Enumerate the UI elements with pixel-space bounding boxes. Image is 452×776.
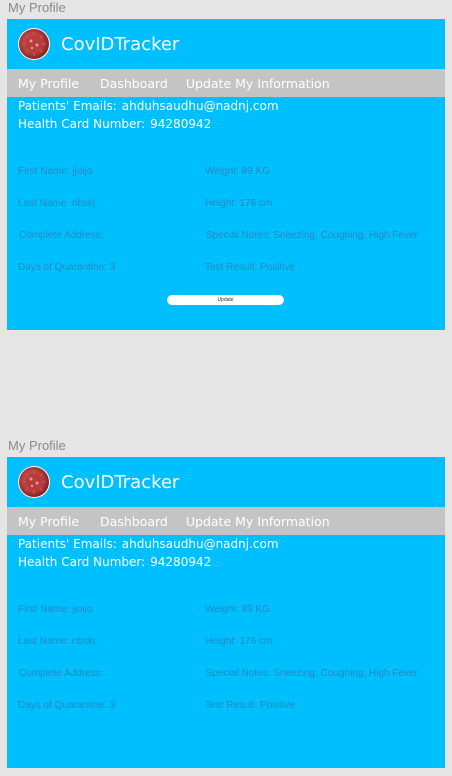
- app-title: CovIDTracker: [61, 471, 180, 493]
- nav-dashboard[interactable]: Dashboard: [100, 76, 168, 91]
- nav-bar: My Profile Dashboard Update My Informati…: [7, 507, 445, 535]
- health-card-value: 94280942: [150, 555, 212, 569]
- health-card-label: Health Card Number:: [18, 117, 146, 131]
- test-result: Test Result: Positive: [205, 700, 296, 711]
- last-name: Last Name: nbskj: [18, 198, 96, 209]
- days-of-quarantine: Days of Quarantine: 3: [18, 262, 116, 273]
- health-card-label: Health Card Number:: [18, 555, 146, 569]
- days-of-quarantine: Days of Quarantine: 3: [18, 700, 116, 711]
- emails-label: Patients' Emails:: [18, 99, 117, 113]
- app-title: CovIDTracker: [61, 33, 180, 55]
- profile-details: First Name: jjoijo Weight: 89 KG Last Na…: [7, 571, 445, 711]
- nav-my-profile[interactable]: My Profile: [18, 76, 79, 91]
- emails-label: Patients' Emails:: [18, 537, 117, 551]
- nav-dashboard[interactable]: Dashboard: [100, 514, 168, 529]
- special-notes: Special Notes: Sneezing, Coughing, High …: [206, 668, 418, 679]
- app-header: CovIDTracker: [7, 19, 445, 69]
- health-card-line: Health Card Number: 94280942: [18, 553, 445, 571]
- emails-line: Patients' Emails: ahduhsaudhu@nadnj.com: [18, 97, 445, 115]
- profile-frame: CovIDTracker My Profile Dashboard Update…: [7, 19, 445, 330]
- health-card-line: Health Card Number: 94280942: [18, 115, 445, 133]
- frame-title: My Profile: [8, 0, 66, 15]
- update-button[interactable]: Update: [167, 295, 284, 305]
- frame-title: My Profile: [8, 438, 66, 453]
- first-name: First Name: jjoijo: [18, 166, 93, 177]
- nav-my-profile[interactable]: My Profile: [18, 514, 79, 529]
- emails-value: ahduhsaudhu@nadnj.com: [121, 99, 279, 113]
- app-header: CovIDTracker: [7, 457, 445, 507]
- weight: Weight: 89 KG: [205, 166, 270, 177]
- special-notes: Special Notes: Sneezing, Coughing, High …: [206, 230, 418, 241]
- emails-value: ahduhsaudhu@nadnj.com: [121, 537, 279, 551]
- test-result: Test Result: Positive: [205, 262, 296, 273]
- complete-address: Complete Address:: [19, 668, 104, 679]
- profile-frame: CovIDTracker My Profile Dashboard Update…: [7, 457, 445, 768]
- weight: Weight: 89 KG: [205, 604, 270, 615]
- nav-update-info[interactable]: Update My Information: [186, 76, 330, 91]
- height: Height: 176 cm: [205, 636, 273, 647]
- nav-bar: My Profile Dashboard Update My Informati…: [7, 69, 445, 97]
- first-name: First Name: jjoijo: [18, 604, 93, 615]
- height: Height: 176 cm: [205, 198, 273, 209]
- profile-details: First Name: jjoijo Weight: 89 KG Last Na…: [7, 133, 445, 273]
- health-card-value: 94280942: [150, 117, 212, 131]
- emails-line: Patients' Emails: ahduhsaudhu@nadnj.com: [18, 535, 445, 553]
- coronavirus-icon: [18, 466, 50, 498]
- coronavirus-icon: [18, 28, 50, 60]
- last-name: Last Name: nbskj: [18, 636, 96, 647]
- nav-update-info[interactable]: Update My Information: [186, 514, 330, 529]
- complete-address: Complete Address:: [19, 230, 104, 241]
